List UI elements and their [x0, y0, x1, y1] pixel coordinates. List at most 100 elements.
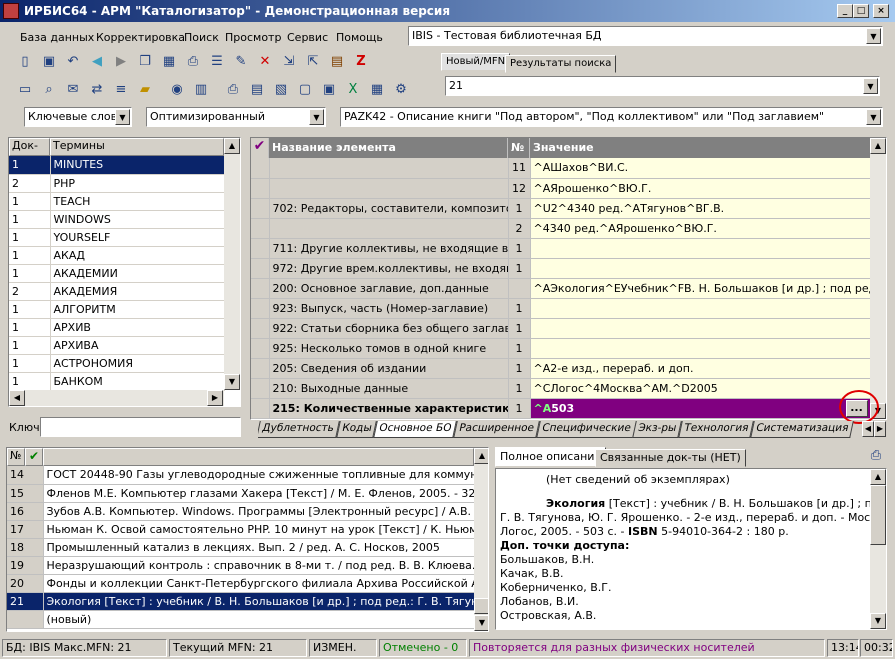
field-value[interactable]: ^AЭкология^EУчебник^FВ. Н. Большаков [и … [530, 278, 871, 299]
editor-tab[interactable]: Технология [678, 421, 755, 438]
field-row[interactable]: 2 ^4340 ред.^AЯрошенко^BЮ.Г. [251, 218, 871, 239]
header-num[interactable]: № [508, 138, 530, 158]
field-value[interactable]: ^U2^4340 ред.^AТягунов^BГ.В. [530, 198, 871, 219]
record-row[interactable]: 18 Промышленный катализ в лекциях. Вып. 2… [7, 538, 475, 557]
record-row[interactable]: 20 Фонды и коллекции Санкт-Петербургского… [7, 574, 475, 593]
term-row[interactable]: 1 YOURSELF [9, 228, 225, 247]
term-row[interactable]: 1 АСТРОНОМИЯ [9, 354, 225, 373]
records-scrollbar[interactable]: ▲ ▼ [474, 448, 488, 631]
edit-icon[interactable]: ✎ [230, 50, 252, 72]
header-value[interactable]: Значение [530, 138, 870, 158]
scroll-up-icon[interactable]: ▲ [870, 138, 886, 154]
scroll-thumb[interactable] [474, 598, 488, 614]
minimize-button[interactable]: _ [837, 4, 853, 18]
folder-icon[interactable]: ▰ [134, 78, 156, 100]
field-row[interactable]: 922: Статьи сборника без общего заглавия… [251, 318, 871, 339]
export-icon[interactable]: ⇱ [302, 50, 324, 72]
term-row[interactable]: 1 АКАДЕМИИ [9, 264, 225, 283]
film-icon[interactable]: ▤ [326, 50, 348, 72]
list-icon[interactable]: ≡ [110, 78, 132, 100]
field-row[interactable]: 11 ^AШахов^BИ.С. [251, 158, 871, 179]
field-row[interactable]: 925: Несколько томов в одной книге 1 [251, 338, 871, 359]
field-value[interactable]: ^AЯрошенко^BЮ.Г. [530, 178, 871, 199]
record-icon[interactable]: ▭ [14, 78, 36, 100]
print-icon[interactable]: ⎙ [182, 50, 204, 72]
terms-hscrollbar[interactable]: ◀ ▶ [9, 390, 224, 406]
record-row[interactable]: 15 Фленов М.Е. Компьютер глазами Хакера [… [7, 484, 475, 503]
forward-icon[interactable]: ▶ [110, 50, 132, 72]
tree-icon[interactable]: ☰ [206, 50, 228, 72]
delete-icon[interactable]: ✕ [254, 50, 276, 72]
record-row[interactable]: 17 Ньюман К. Освой самостоятельно PHP. 10… [7, 520, 475, 539]
term-row[interactable]: 2 АКАДЕМИЯ [9, 282, 225, 301]
term-row[interactable]: 1 MINUTES [9, 156, 225, 175]
term-row[interactable]: 1 АРХИВА [9, 336, 225, 355]
search-icon[interactable]: ⌕ [38, 78, 60, 100]
doc-icon[interactable]: ▤ [246, 78, 268, 100]
term-row[interactable]: 1 АРХИВ [9, 318, 225, 337]
scroll-down-icon[interactable]: ▼ [474, 615, 488, 631]
back-icon[interactable]: ◀ [86, 50, 108, 72]
scroll-down-icon[interactable]: ▼ [224, 374, 240, 390]
term-row[interactable]: 1 WINDOWS [9, 210, 225, 229]
settings-icon[interactable]: ⚙ [390, 78, 412, 100]
field-value[interactable] [530, 238, 871, 259]
copies-icon[interactable]: ▥ [190, 78, 212, 100]
editor-tab[interactable]: Дублетность [258, 421, 340, 438]
terms-header-terms[interactable]: Термины [50, 138, 224, 156]
field-row[interactable]: 702: Редакторы, составители, композиторы… [251, 198, 871, 219]
menu-view[interactable]: Просмотр [225, 30, 281, 46]
menu-search[interactable]: Поиск [184, 30, 219, 46]
search-mode-combo[interactable]: Ключевые слова ▼ [24, 107, 132, 127]
field-row-selected[interactable]: 215: Количественные характеристики 1 ^A503… [251, 398, 871, 419]
scroll-up-icon[interactable]: ▲ [870, 469, 886, 485]
docs-icon[interactable]: ▧ [270, 78, 292, 100]
record-row[interactable]: (новый) [7, 610, 475, 629]
field-row[interactable]: 711: Другие коллективы, не входящие в за… [251, 238, 871, 259]
editor-tab[interactable]: Экз-ры [632, 421, 683, 438]
field-value[interactable]: ^CЛогос^4Москва^AM.^D2005 [530, 378, 871, 399]
scroll-up-icon[interactable]: ▲ [474, 448, 488, 464]
import-icon[interactable]: ⇲ [278, 50, 300, 72]
menu-help[interactable]: Помощь [336, 30, 383, 46]
field-row[interactable]: 923: Выпуск, часть (Номер-заглавие) 1 [251, 298, 871, 319]
check-icon[interactable]: ✔ [25, 448, 43, 466]
scroll-up-icon[interactable]: ▲ [224, 138, 240, 154]
menu-edit[interactable]: Корректировка [96, 30, 185, 46]
scroll-right-icon[interactable]: ▶ [207, 390, 223, 406]
excel-icon[interactable]: X [342, 78, 364, 100]
editor-tab[interactable]: Коды [335, 421, 377, 438]
optimize-combo[interactable]: Оптимизированный ▼ [146, 107, 326, 127]
field-row[interactable]: 200: Основное заглавие, доп.данные ^AЭкол… [251, 278, 871, 299]
term-row[interactable]: 1 АКАД [9, 246, 225, 265]
field-value[interactable]: ^4340 ред.^AЯрошенко^BЮ.Г. [530, 218, 871, 239]
record-row[interactable]: 16 Зубов А.В. Компьютер. Windows. Програм… [7, 502, 475, 521]
key-input[interactable] [40, 417, 241, 437]
table-icon[interactable]: ▦ [158, 50, 180, 72]
mail-icon[interactable]: ✉ [62, 78, 84, 100]
record-row[interactable]: 21 Экология [Текст] : учебник / В. Н. Бол… [7, 592, 475, 611]
tab-full-description[interactable]: Полное описание [495, 447, 607, 467]
close-button[interactable]: × [873, 4, 889, 18]
field-row[interactable]: 12 ^AЯрошенко^BЮ.Г. [251, 178, 871, 199]
scroll-left-icon[interactable]: ◀ [9, 390, 25, 406]
tabs-left-icon[interactable]: ◀ [862, 421, 874, 437]
tab-new-mfn[interactable]: Новый/MFN [441, 53, 511, 71]
editor-tab[interactable]: Систематизация [750, 421, 855, 438]
new-icon[interactable]: ▯ [14, 50, 36, 72]
view-icon[interactable]: ◉ [166, 78, 188, 100]
field-value[interactable] [530, 318, 871, 339]
menu-database[interactable]: База данных [20, 30, 94, 46]
terms-scrollbar[interactable]: ▲ ▼ [224, 138, 240, 390]
replace-icon[interactable]: ⇄ [86, 78, 108, 100]
editor-tab[interactable]: Расширенное [453, 421, 540, 438]
terms-header-docs[interactable]: Док-ов [9, 138, 50, 165]
record-row[interactable]: 19 Неразрушающий контроль : справочник в … [7, 556, 475, 575]
term-row[interactable]: 1 БАНКОМ [9, 372, 225, 391]
field-row[interactable]: 210: Выходные данные 1 ^CЛогос^4Москва^AM.… [251, 378, 871, 399]
database-combo[interactable]: IBIS - Тестовая библиотечная БД ▼ [408, 26, 883, 46]
maximize-button[interactable]: □ [853, 4, 869, 18]
tab-search-results[interactable]: Результаты поиска [505, 55, 617, 73]
field-value[interactable]: ^A2-е изд., перераб. и доп. [530, 358, 871, 379]
sheet-icon[interactable]: ▦ [366, 78, 388, 100]
